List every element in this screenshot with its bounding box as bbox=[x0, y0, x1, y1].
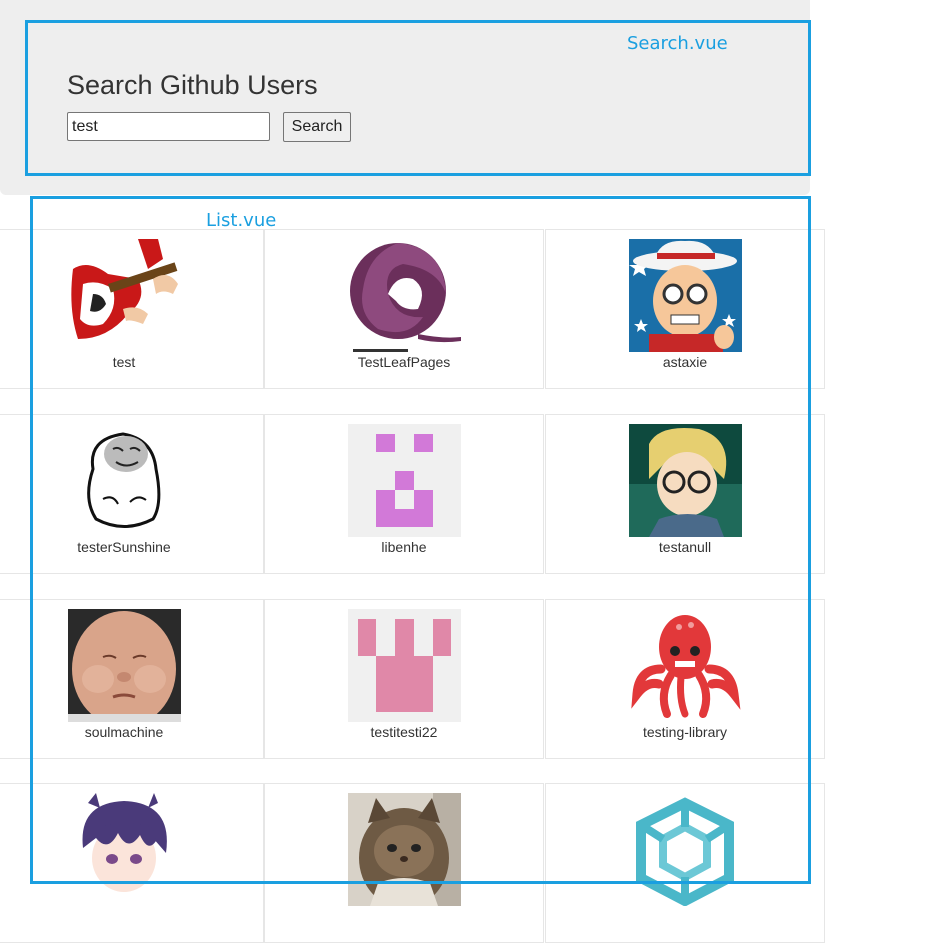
user-card[interactable]: testerSunshine bbox=[0, 414, 264, 574]
user-card[interactable]: testing-library bbox=[545, 599, 825, 759]
user-login[interactable]: testanull bbox=[546, 539, 824, 555]
user-login[interactable]: astaxie bbox=[546, 354, 824, 370]
user-login[interactable]: libenhe bbox=[265, 539, 543, 555]
user-login[interactable]: testing-library bbox=[546, 724, 824, 740]
user-card[interactable]: TestLeafPages bbox=[264, 229, 544, 389]
anime-purple-hair-avatar[interactable] bbox=[68, 793, 181, 906]
user-card[interactable] bbox=[545, 783, 825, 943]
user-card[interactable]: astaxie bbox=[545, 229, 825, 389]
list-component-label: List.vue bbox=[206, 210, 277, 231]
guitar-avatar[interactable] bbox=[68, 239, 181, 352]
pixel-identicon-pink[interactable] bbox=[348, 609, 461, 722]
user-card[interactable] bbox=[0, 783, 264, 943]
anime-glasses-avatar[interactable] bbox=[629, 424, 742, 537]
user-card[interactable]: soulmachine bbox=[0, 599, 264, 759]
user-login[interactable]: testitesti22 bbox=[265, 724, 543, 740]
purple-swirl-logo[interactable] bbox=[348, 239, 461, 352]
baby-face-avatar[interactable] bbox=[68, 609, 181, 722]
user-login[interactable]: TestLeafPages bbox=[265, 354, 543, 370]
user-card[interactable]: testitesti22 bbox=[264, 599, 544, 759]
user-login[interactable]: test bbox=[0, 354, 263, 370]
user-login[interactable]: testerSunshine bbox=[0, 539, 263, 555]
user-list: test TestLeafPages astaxie testerSunshin… bbox=[0, 0, 929, 943]
pixel-identicon-purple[interactable] bbox=[348, 424, 461, 537]
cat-photo-avatar[interactable] bbox=[348, 793, 461, 906]
user-login[interactable]: soulmachine bbox=[0, 724, 263, 740]
user-card[interactable]: testanull bbox=[545, 414, 825, 574]
teal-cube-logo[interactable] bbox=[629, 793, 742, 906]
cartoon-hat-avatar[interactable] bbox=[629, 239, 742, 352]
meme-face-avatar[interactable] bbox=[68, 424, 181, 537]
user-card[interactable]: test bbox=[0, 229, 264, 389]
red-octopus-logo[interactable] bbox=[629, 609, 742, 722]
user-card[interactable]: libenhe bbox=[264, 414, 544, 574]
user-card[interactable] bbox=[264, 783, 544, 943]
